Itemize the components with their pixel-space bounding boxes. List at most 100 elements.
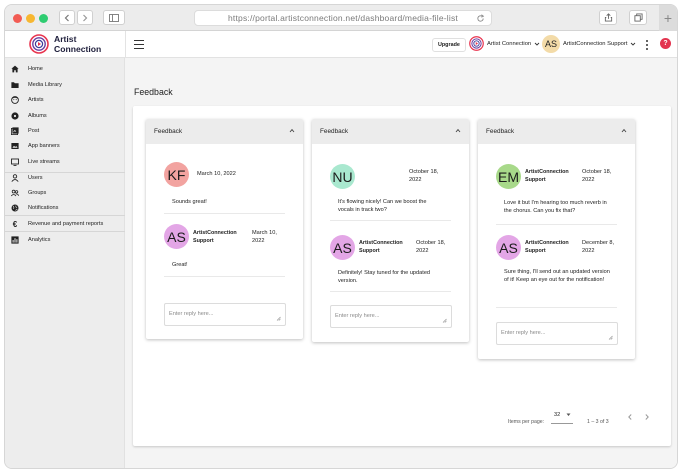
feedback-card-header[interactable]: Feedback	[146, 119, 303, 144]
reply-input[interactable]	[335, 313, 435, 319]
folder-icon	[11, 81, 19, 89]
sidebar-item-notifications[interactable]: Notifications	[5, 201, 125, 215]
message-divider	[164, 276, 285, 277]
feedback-card-title: Feedback	[154, 128, 183, 135]
user-selector[interactable]: AS ArtistConnection Support	[542, 35, 636, 53]
sidebar-toggle-button[interactable]	[103, 10, 125, 25]
banner-icon	[11, 142, 19, 150]
new-tab-button[interactable]: +	[659, 5, 677, 31]
url-text: https://portal.artistconnection.net/dash…	[227, 13, 458, 23]
sidebar-item-home[interactable]: Home	[5, 62, 125, 76]
sidebar-item-post[interactable]: Post	[5, 124, 125, 138]
chevron-left-icon	[64, 14, 69, 21]
message-date: October 18, 2022	[416, 240, 446, 254]
sidebar-item-label: Post	[28, 128, 40, 134]
album-icon	[11, 112, 19, 120]
reload-icon[interactable]	[476, 14, 485, 23]
message-divider	[496, 307, 617, 308]
items-per-page-label: Items per page:	[508, 419, 545, 425]
chevron-up-icon[interactable]	[621, 128, 627, 133]
sidebar-item-users[interactable]: Users	[5, 171, 125, 185]
user-avatar: AS	[542, 35, 560, 53]
sidebar-divider	[5, 231, 125, 232]
forward-button[interactable]	[77, 10, 93, 25]
resize-handle-icon[interactable]	[276, 316, 281, 321]
avatar: AS	[496, 235, 521, 260]
message-author: ArtistConnection Support	[359, 240, 403, 254]
message-date: October 18, 2022	[582, 169, 612, 183]
chevron-right-icon[interactable]	[643, 413, 651, 421]
main-content: Feedback Feedback KF March 10, 2022 Soun…	[126, 58, 677, 468]
post-icon	[11, 127, 19, 135]
sidebar-item-live-streams[interactable]: Live streams	[5, 155, 125, 169]
chevron-left-icon[interactable]	[626, 413, 634, 421]
feedback-card-header[interactable]: Feedback	[478, 119, 635, 144]
message-author: ArtistConnection Support	[525, 240, 569, 254]
sidebar-item-app-banners[interactable]: App banners	[5, 139, 125, 153]
feedback-card-header[interactable]: Feedback	[312, 119, 469, 144]
chevron-down-icon	[631, 42, 636, 46]
more-options-icon[interactable]	[645, 40, 648, 50]
euro-icon: €	[12, 219, 18, 229]
maximize-window-button[interactable]	[39, 14, 48, 23]
chevron-up-icon[interactable]	[455, 128, 461, 133]
feedback-card-title: Feedback	[486, 128, 515, 135]
artist-selector[interactable]: Artist Connection	[469, 36, 540, 51]
avatar: EM	[496, 164, 521, 189]
artist-selector-label: Artist Connection	[487, 40, 532, 47]
sidebar-item-label: Home	[28, 66, 43, 72]
sidebar-item-albums[interactable]: Albums	[5, 109, 125, 123]
reply-textarea[interactable]	[164, 303, 286, 326]
items-per-page-select[interactable]: 32	[551, 407, 573, 424]
message-text: Definitely! Stay tuned for the updated v…	[338, 270, 431, 284]
chevron-down-icon	[534, 42, 540, 46]
share-button[interactable]	[599, 10, 617, 25]
reply-textarea[interactable]	[330, 305, 452, 328]
tv-icon	[11, 158, 19, 166]
address-bar[interactable]: https://portal.artistconnection.net/dash…	[194, 10, 492, 26]
sidebar: Home Media Library Artists Albums Post A…	[5, 58, 125, 468]
sidebar-icon	[109, 13, 119, 22]
sidebar-item-artists[interactable]: Artists	[5, 93, 125, 107]
tabs-button[interactable]	[629, 10, 647, 25]
sidebar-divider	[5, 215, 125, 216]
message-date: October 18, 2022	[409, 169, 439, 183]
message-date: December 8, 2022	[582, 240, 615, 254]
chevron-right-icon	[83, 14, 88, 21]
message-date: March 10, 2022	[252, 230, 277, 244]
logo-wordmark[interactable]: Artist Connection	[54, 34, 101, 54]
resize-handle-icon[interactable]	[608, 335, 613, 340]
home-icon	[11, 65, 19, 73]
menu-icon[interactable]	[134, 40, 144, 49]
message-author: ArtistConnection Support	[193, 230, 237, 244]
chevron-up-icon[interactable]	[289, 128, 295, 133]
close-window-button[interactable]	[13, 14, 22, 23]
user-selector-label: ArtistConnection Support	[563, 41, 628, 47]
user-icon	[11, 174, 19, 182]
analytics-icon	[11, 236, 19, 244]
reply-textarea[interactable]	[496, 322, 618, 345]
feedback-container: Feedback KF March 10, 2022 Sounds great!…	[133, 106, 671, 446]
artist-connection-logo-icon[interactable]	[29, 34, 49, 54]
reply-input[interactable]	[169, 311, 269, 317]
sidebar-item-groups[interactable]: Groups	[5, 186, 125, 200]
upgrade-button[interactable]: Upgrade	[432, 38, 466, 52]
avatar: NU	[330, 164, 355, 189]
resize-handle-icon[interactable]	[442, 318, 447, 323]
minimize-window-button[interactable]	[26, 14, 35, 23]
sidebar-item-media-library[interactable]: Media Library	[5, 78, 125, 92]
back-button[interactable]	[59, 10, 75, 25]
help-icon[interactable]: ?	[660, 38, 671, 49]
share-icon	[604, 13, 612, 22]
message-author: ArtistConnection Support	[525, 169, 569, 183]
avatar: AS	[330, 235, 355, 260]
message-text: It's flowing nicely! Can we boost the vo…	[338, 199, 427, 213]
sidebar-item-revenue-reports[interactable]: € Revenue and payment reports	[5, 217, 125, 231]
sidebar-item-analytics[interactable]: Analytics	[5, 233, 125, 247]
message-text: Sure thing, I'll send out an updated ver…	[504, 269, 610, 283]
reply-input[interactable]	[501, 330, 601, 336]
sidebar-item-label: Artists	[28, 97, 44, 103]
message-divider	[496, 224, 617, 225]
sidebar-item-label: Notifications	[28, 205, 59, 211]
message-date: March 10, 2022	[197, 171, 236, 177]
